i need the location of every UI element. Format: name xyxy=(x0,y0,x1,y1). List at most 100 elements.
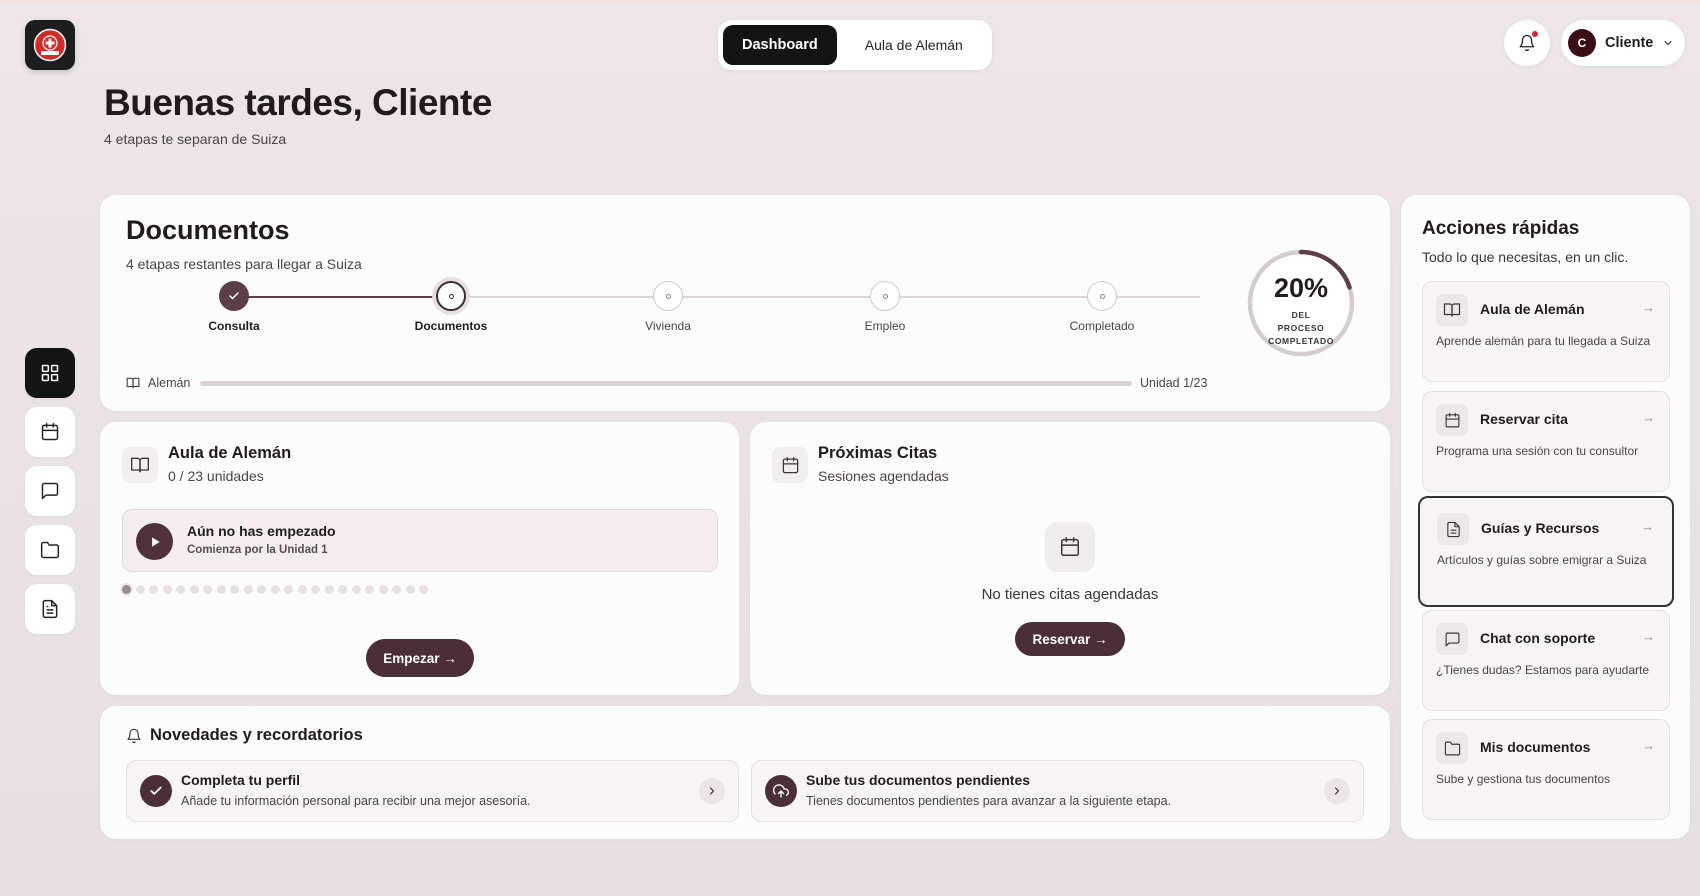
step-label: Vivienda xyxy=(645,319,691,333)
tab-aula-aleman[interactable]: Aula de Alemán xyxy=(841,25,987,65)
step-circle xyxy=(436,281,466,311)
avatar: C xyxy=(1568,29,1596,57)
aula-status-title: Aún no has empezado xyxy=(187,523,336,539)
grid-icon xyxy=(41,364,59,382)
citas-subtitle: Sesiones agendadas xyxy=(818,468,949,484)
unit-dot xyxy=(365,585,374,594)
step-empleo: Empleo xyxy=(825,281,945,333)
step-circle xyxy=(219,281,249,311)
check-icon xyxy=(150,786,162,795)
chevron-right-icon xyxy=(1334,787,1340,795)
notifications-button[interactable] xyxy=(1504,20,1550,66)
quick-action-title: Mis documentos xyxy=(1480,739,1591,755)
quick-action-desc: Programa una sesión con tu consultor xyxy=(1436,444,1639,458)
arrow-right-icon: → xyxy=(1642,300,1655,315)
news-item-sub: Añade tu información personal para recib… xyxy=(181,794,531,808)
calendar-icon xyxy=(782,456,798,473)
step-circle xyxy=(1087,281,1117,311)
progress-card: Documentos 4 etapas restantes para llega… xyxy=(100,195,1390,411)
tab-dashboard[interactable]: Dashboard xyxy=(723,25,837,65)
step-consulta: Consulta xyxy=(174,281,294,333)
bell-icon xyxy=(127,728,141,743)
quick-action-title: Reservar cita xyxy=(1480,411,1568,427)
progress-percent: 20% xyxy=(1273,273,1329,303)
quick-action-desc: Aprende alemán para tu llegada a Suiza xyxy=(1436,334,1651,348)
play-button[interactable] xyxy=(136,523,173,560)
unit-dot xyxy=(338,585,347,594)
sidebar-item-folders[interactable] xyxy=(25,525,75,575)
unit-dot xyxy=(270,585,280,594)
sidebar-item-calendar[interactable] xyxy=(25,407,75,457)
news-icon-circle xyxy=(765,775,797,807)
acciones-rapidas-title: Acciones rápidas xyxy=(1422,218,1580,239)
unit-dot xyxy=(189,585,199,594)
unit-dot xyxy=(378,585,388,594)
folder-icon xyxy=(1444,741,1460,755)
empezar-button[interactable]: Empezar → xyxy=(366,639,474,677)
unit-dot xyxy=(297,585,307,594)
unit-dot xyxy=(122,585,131,594)
quick-action-mis-documentos[interactable]: Mis documentos → Sube y gestiona tus doc… xyxy=(1422,719,1670,820)
step-label: Documentos xyxy=(414,319,488,333)
aula-status-sub: Comienza por la Unidad 1 xyxy=(187,544,328,556)
news-item-perfil[interactable]: Completa tu perfil Añade tu información … xyxy=(126,760,739,822)
top-accent-line xyxy=(0,0,1700,3)
notification-dot xyxy=(1532,31,1538,37)
quick-action-icon-box xyxy=(1436,404,1468,436)
aula-title: Aula de Alemán xyxy=(168,444,292,462)
acciones-rapidas-card: Acciones rápidas Todo lo que necesitas, … xyxy=(1401,195,1690,839)
quick-action-aula-aleman[interactable]: Aula de Alemán → Aprende alemán para tu … xyxy=(1422,281,1670,382)
german-label: Alemán xyxy=(148,376,191,390)
empty-calendar-box xyxy=(1045,522,1095,572)
citas-icon-box xyxy=(772,447,808,483)
novedades-title: Novedades y recordatorios xyxy=(150,726,363,744)
remaining-stages-text: 4 etapas restantes para llegar a Suiza xyxy=(126,256,362,272)
quick-action-chat-soporte[interactable]: Chat con soporte → ¿Tienes dudas? Estamo… xyxy=(1422,610,1670,711)
book-icon xyxy=(126,377,140,389)
unit-dot xyxy=(176,585,185,594)
reservar-button[interactable]: Reservar → xyxy=(1015,622,1125,656)
news-icon-circle xyxy=(140,775,172,807)
step-label: Empleo xyxy=(864,319,906,333)
news-item-arrow[interactable] xyxy=(1324,778,1350,804)
book-icon xyxy=(1443,303,1461,317)
unit-dot xyxy=(135,585,145,594)
quick-action-title: Guías y Recursos xyxy=(1481,520,1600,536)
calendar-icon xyxy=(1445,412,1459,427)
unit-dot xyxy=(419,585,428,594)
current-stage-title: Documentos xyxy=(126,215,290,245)
page-subtitle: 4 etapas te separan de Suiza xyxy=(104,131,287,147)
sidebar-item-messages[interactable] xyxy=(25,466,75,516)
brand-logo[interactable] xyxy=(25,20,75,70)
unit-dot xyxy=(162,585,172,594)
citas-title: Próximas Citas xyxy=(818,444,938,462)
quick-action-desc: ¿Tienes dudas? Estamos para ayudarte xyxy=(1436,663,1650,677)
user-name: Cliente xyxy=(1605,35,1654,51)
step-label: Completado xyxy=(1069,319,1135,333)
aula-status-box[interactable]: Aún no has empezado Comienza por la Unid… xyxy=(122,509,718,572)
german-progress-bar xyxy=(200,381,1132,386)
user-menu[interactable]: C Cliente xyxy=(1561,20,1685,66)
chat-icon xyxy=(41,482,59,500)
news-item-arrow[interactable] xyxy=(699,778,725,804)
news-item-documentos[interactable]: Sube tus documentos pendientes Tienes do… xyxy=(751,760,1364,822)
step-documentos: Documentos xyxy=(391,281,511,333)
quick-action-desc: Artículos y guías sobre emigrar a Suiza xyxy=(1437,553,1647,567)
news-item-title: Completa tu perfil xyxy=(181,772,301,788)
aula-aleman-card: Aula de Alemán 0 / 23 unidades Aún no ha… xyxy=(100,422,739,695)
unit-dot xyxy=(216,585,226,594)
document-icon xyxy=(42,599,58,619)
aula-icon-box xyxy=(122,447,158,483)
step-label: Consulta xyxy=(208,319,260,333)
check-icon xyxy=(229,292,239,300)
play-icon xyxy=(151,536,160,547)
sidebar-item-dashboard[interactable] xyxy=(25,348,75,398)
sidebar-item-documents[interactable] xyxy=(25,584,75,634)
arrow-right-icon: → xyxy=(1642,410,1655,425)
step-circle xyxy=(653,281,683,311)
arrow-right-icon: → xyxy=(1641,519,1654,534)
quick-action-reservar-cita[interactable]: Reservar cita → Programa una sesión con … xyxy=(1422,391,1670,492)
upload-cloud-icon xyxy=(773,784,789,798)
quick-action-guias-recursos[interactable]: Guías y Recursos → Artículos y guías sob… xyxy=(1418,496,1674,607)
quick-action-icon-box xyxy=(1437,513,1469,545)
